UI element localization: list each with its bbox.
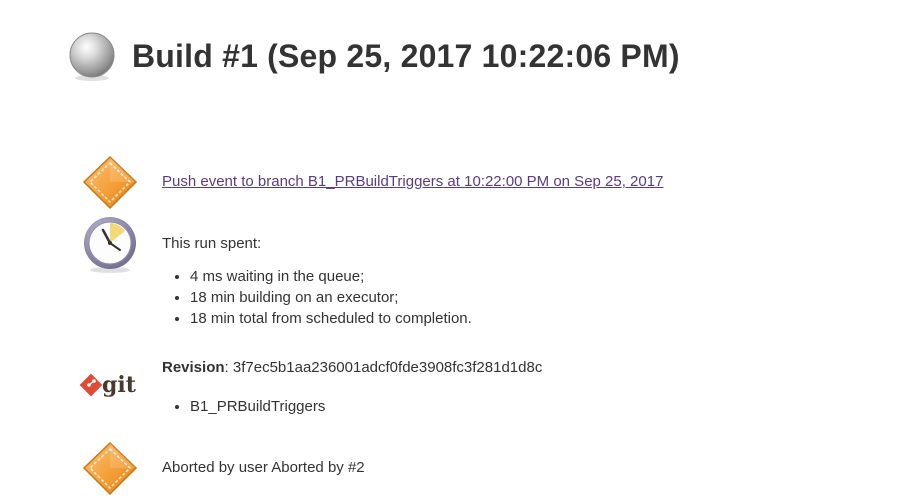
revision-separator: : <box>224 359 229 376</box>
revision-line: Revision: 3f7ec5b1aa236001adcf0fde3908fc… <box>162 358 542 378</box>
clock-icon <box>84 217 136 273</box>
timing-list: 4 ms waiting in the queue; 18 min buildi… <box>162 266 472 329</box>
branch-list: B1_PRBuildTriggers <box>162 396 542 417</box>
revision-label: Revision <box>162 359 225 376</box>
page-title: Build #1 (Sep 25, 2017 10:22:06 PM) <box>132 37 680 74</box>
git-logo-text: git <box>102 372 137 398</box>
build-header: Build #1 (Sep 25, 2017 10:22:06 PM) <box>66 30 680 82</box>
revision-hash: 3f7ec5b1aa236001adcf0fde3908fc3f281d1d8c <box>232 359 543 376</box>
timing-heading: This run spent: <box>162 235 262 252</box>
grey-ball-icon <box>69 32 115 81</box>
git-logo-icon: git <box>80 372 137 398</box>
orange-diamond-icon <box>82 441 138 496</box>
list-item: 4 ms waiting in the queue; <box>190 266 472 287</box>
cause-link[interactable]: Push event to branch B1_PRBuildTriggers … <box>162 173 663 190</box>
list-item: 18 min building on an executor; <box>190 287 472 308</box>
list-item: 18 min total from scheduled to completio… <box>190 308 472 329</box>
build-cause: Push event to branch B1_PRBuildTriggers … <box>80 154 663 214</box>
orange-diamond-icon <box>82 155 138 210</box>
build-revision: git Revision: 3f7ec5b1aa236001adcf0fde39… <box>80 356 542 417</box>
aborted-text: Aborted by user Aborted by #2 <box>162 459 365 476</box>
build-timing: This run spent: 4 ms waiting in the queu… <box>80 214 472 329</box>
build-aborted: Aborted by user Aborted by #2 <box>80 440 365 500</box>
list-item: B1_PRBuildTriggers <box>190 396 542 417</box>
